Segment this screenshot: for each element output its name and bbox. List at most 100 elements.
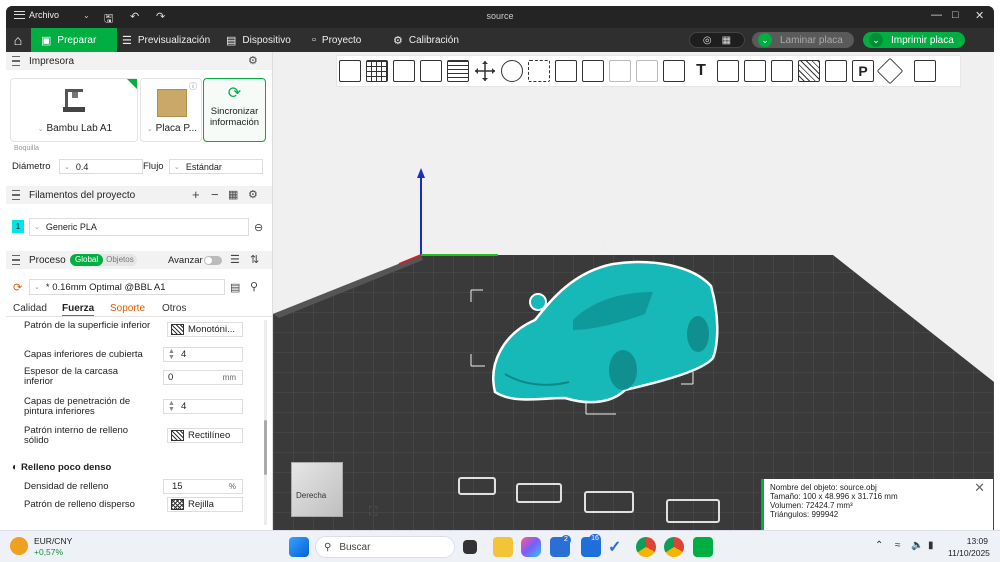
project-icon: ▫ [312, 34, 316, 46]
home-icon: ⌂ [13, 32, 23, 48]
wifi-icon[interactable]: ≈ [895, 540, 901, 551]
task-view-icon[interactable] [463, 540, 477, 554]
tab-previsualizacion[interactable]: ☰ Previsualización [112, 28, 220, 52]
bambu-studio-icon[interactable] [693, 537, 713, 557]
finance-widget-icon[interactable] [10, 537, 28, 555]
sync-info-button[interactable]: ⟳ Sincronizar información [203, 78, 266, 142]
widget-title[interactable]: EUR/CNY [34, 536, 72, 546]
notification-badge: 16 [589, 534, 601, 544]
sparse-infill-title: Relleno poco denso [21, 462, 112, 473]
solid-infill-pattern-select[interactable]: Rectilíneo [167, 428, 243, 443]
diameter-select[interactable]: ⌄ 0.4 [59, 159, 143, 174]
start-button[interactable] [289, 537, 309, 557]
chevron-down-icon: ⌄ [83, 10, 90, 20]
chevron-down-icon: ⌄ [37, 126, 44, 133]
maximize-button[interactable]: □ [952, 9, 959, 21]
stepper-icon: ▲ ▼ [168, 347, 175, 361]
tab-proyecto[interactable]: ▫ Proyecto [302, 28, 371, 52]
add-filament-button[interactable]: + [192, 187, 200, 202]
bottom-paint-layers-input[interactable]: ▲ ▼ 4 [163, 399, 243, 414]
gear-icon[interactable]: ⚙ [248, 188, 258, 201]
selected-corner-marker [127, 79, 137, 89]
home-button[interactable]: ⌂ [6, 28, 30, 52]
print-plate-label: Imprimir placa [891, 34, 954, 46]
3d-viewport[interactable]: T P Derecha ⛶ Nombre del objeto: source.… [273, 52, 994, 530]
settings-scrollbar[interactable] [264, 320, 267, 525]
plate-card[interactable]: ⓘ ⌄ Placa P... [140, 78, 202, 142]
gear-icon[interactable]: ⚙ [248, 54, 258, 67]
bottom-shell-thickness-label: Espesor de la carcasa inferior [24, 366, 118, 387]
title-bar: Archivo ⌄ 🖫 ↶ ↷ source — □ ✕ [6, 6, 994, 28]
printer-icon [63, 89, 85, 112]
pattern-value: Monotóni... [188, 324, 235, 335]
fit-view-icon[interactable]: ⛶ [369, 504, 377, 519]
clock-time: 13:09 [966, 536, 988, 546]
printer-section-header[interactable]: Impresora ⚙ [6, 52, 272, 70]
save-icon[interactable]: 🖫 [104, 10, 113, 29]
advanced-toggle[interactable] [204, 256, 222, 265]
volume-icon[interactable]: 🔈 [911, 540, 923, 551]
reset-icon[interactable]: ⟳ [13, 281, 22, 294]
build-scene [273, 168, 994, 530]
view-cube[interactable]: Derecha [291, 462, 343, 517]
close-info-button[interactable]: ✕ [974, 481, 985, 494]
minimize-button[interactable]: — [931, 9, 942, 21]
tab-otros[interactable]: Otros [162, 303, 186, 314]
clock[interactable]: 13:09 11/10/2025 [948, 536, 990, 558]
drag-handle-icon [12, 190, 20, 200]
drag-handle-icon [12, 255, 20, 265]
close-button[interactable]: ✕ [975, 9, 984, 22]
sparse-pattern-select[interactable]: Rejilla [167, 497, 243, 512]
taskbar-search[interactable]: ⚲ Buscar [315, 536, 455, 558]
tab-calibracion[interactable]: ⚙ Calibración [383, 28, 469, 52]
infill-density-input[interactable]: 15 % [163, 479, 243, 494]
toggle-objects[interactable]: Objetos [103, 254, 137, 266]
flow-select[interactable]: ⌄ Estándar [169, 159, 263, 174]
chrome-icon[interactable] [664, 537, 684, 557]
chevron-down-icon: ⌄ [34, 224, 40, 231]
todo-icon[interactable]: ✓ [608, 537, 628, 557]
global-objects-toggle[interactable]: Global Objetos [70, 254, 137, 266]
bottom-shell-layers-input[interactable]: ▲ ▼ 4 [163, 347, 243, 362]
chevron-down-icon: ⌄ [34, 284, 40, 291]
printer-card[interactable]: ⌄ Bambu Lab A1 [10, 78, 138, 142]
print-plate-button[interactable]: ⌄ Imprimir placa [863, 32, 965, 48]
tab-preparar[interactable]: ▣ Preparar [31, 28, 117, 52]
more-options-icon[interactable]: ⊖ [254, 221, 263, 234]
copilot-icon[interactable] [521, 537, 541, 557]
windows-taskbar: EUR/CNY +0,57% ⚲ Buscar 2 16 ✓ ⌃ ≈ 🔈 ▮ 1… [0, 530, 1000, 562]
tab-calidad[interactable]: Calidad [13, 303, 47, 314]
list-icon[interactable]: ☰ [230, 253, 240, 266]
chevron-up-icon[interactable]: ⌃ [875, 540, 883, 551]
bottom-shell-layers-label: Capas inferiores de cubierta [24, 349, 143, 360]
search-icon[interactable]: ⚲ [250, 280, 258, 293]
slice-plate-button[interactable]: ⌄ Laminar placa [752, 32, 854, 48]
search-icon: ⚲ [324, 541, 332, 553]
remove-filament-button[interactable]: − [211, 187, 219, 202]
battery-icon[interactable]: ▮ [928, 540, 934, 551]
filament-color-swatch[interactable]: 1 [12, 220, 24, 233]
filament-select[interactable]: ⌄ Generic PLA [29, 218, 249, 236]
process-preset-select[interactable]: ⌄ * 0.16mm Optimal @BBL A1 [29, 279, 225, 295]
filaments-section-header[interactable]: Filamentos del proyecto + − ▦ ⚙ [6, 186, 272, 204]
tab-fuerza[interactable]: Fuerza [62, 303, 95, 317]
undo-icon[interactable]: ↶ [130, 10, 139, 23]
compare-icon[interactable]: ⇅ [250, 253, 259, 266]
plate-view-toggle[interactable]: ◎ ▦ [689, 32, 745, 48]
bottom-shell-thickness-input[interactable]: 0 mm [163, 370, 243, 385]
info-icon[interactable]: ⓘ [189, 81, 197, 92]
solid-infill-pattern-label: Patrón interno de relleno sólido [24, 425, 129, 446]
file-menu[interactable]: Archivo ⌄ [14, 10, 90, 20]
redo-icon[interactable]: ↷ [156, 10, 165, 23]
section-title: Filamentos del proyecto [29, 189, 136, 201]
sync-filament-icon[interactable]: ▦ [228, 188, 238, 201]
file-explorer-icon[interactable] [493, 537, 513, 557]
slice-plate-label: Laminar placa [780, 34, 843, 46]
tab-dispositivo[interactable]: ▤ Dispositivo [216, 28, 301, 52]
save-preset-icon[interactable]: ▤ [230, 281, 240, 294]
chrome-profile-icon[interactable] [636, 537, 656, 557]
top-surface-pattern-select[interactable]: Monotóni... [167, 322, 243, 337]
toggle-global[interactable]: Global [70, 254, 104, 266]
settings-panel: Impresora ⚙ ⌄ Bambu Lab A1 ⓘ ⌄ Placa P..… [6, 52, 273, 530]
tab-soporte[interactable]: Soporte [110, 303, 145, 314]
